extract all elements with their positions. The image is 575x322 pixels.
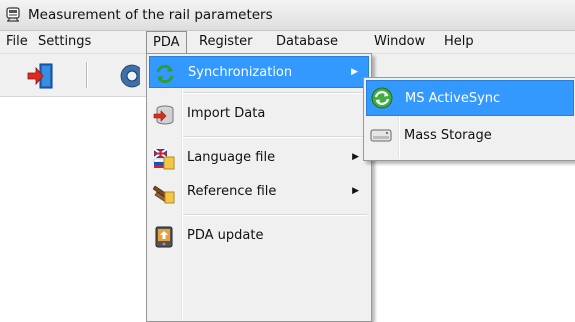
rail-car-icon: [6, 7, 20, 22]
submenu-arrow-icon: ▶: [352, 152, 359, 162]
gear-icon: [120, 64, 144, 88]
menu-pda[interactable]: PDA: [146, 31, 187, 53]
submenu-arrow-icon: ▶: [351, 67, 358, 77]
menu-file[interactable]: File: [6, 34, 28, 49]
menu-item-reference-file[interactable]: Reference file ▶: [149, 176, 369, 208]
menu-item-pda-update[interactable]: PDA update: [149, 220, 369, 252]
menu-item-label: PDA update: [187, 228, 264, 243]
menu-separator: [183, 136, 367, 138]
menu-item-label: Reference file: [187, 184, 277, 199]
menu-register[interactable]: Register: [199, 34, 253, 49]
submenu-item-label: Mass Storage: [404, 128, 492, 143]
drive-icon: [370, 129, 392, 142]
import-data-icon: [153, 105, 174, 125]
menu-separator: [183, 92, 367, 94]
menu-item-label: Synchronization: [188, 65, 293, 80]
activesync-icon: [371, 87, 393, 109]
menu-item-language-file[interactable]: Language file ▶: [149, 142, 369, 174]
exit-button[interactable]: [27, 62, 55, 90]
menu-item-synchronization[interactable]: Synchronization ▶: [149, 56, 369, 88]
toolbar-separator: [86, 62, 88, 88]
submenu-arrow-icon: ▶: [352, 186, 359, 196]
window-title: Measurement of the rail parameters: [28, 7, 273, 23]
menu-separator: [183, 214, 367, 216]
menu-item-mass-storage[interactable]: Mass Storage: [366, 118, 574, 154]
pda-device-icon: [155, 226, 173, 248]
menu-item-ms-activesync[interactable]: MS ActiveSync: [366, 80, 574, 116]
title-bar: Measurement of the rail parameters: [0, 0, 575, 31]
sync-submenu: MS ActiveSync Mass Storage: [363, 77, 575, 161]
exit-door-icon: [27, 63, 53, 89]
menu-bar: File Settings PDA Register Database Wind…: [0, 31, 575, 54]
sync-arrows-icon: [156, 64, 174, 84]
menu-window[interactable]: Window: [374, 34, 425, 49]
submenu-item-label: MS ActiveSync: [405, 91, 501, 106]
settings-button[interactable]: [112, 62, 144, 90]
menu-item-label: Import Data: [187, 106, 266, 121]
menu-item-label: Language file: [187, 150, 276, 165]
pda-menu: Synchronization ▶ Import Data Language f…: [146, 53, 372, 322]
menu-help[interactable]: Help: [444, 34, 474, 49]
menu-settings[interactable]: Settings: [38, 34, 91, 49]
menu-item-import-data[interactable]: Import Data: [149, 98, 369, 130]
menu-database[interactable]: Database: [276, 34, 338, 49]
reference-rail-icon: [153, 185, 175, 204]
language-flags-icon: [153, 148, 175, 170]
